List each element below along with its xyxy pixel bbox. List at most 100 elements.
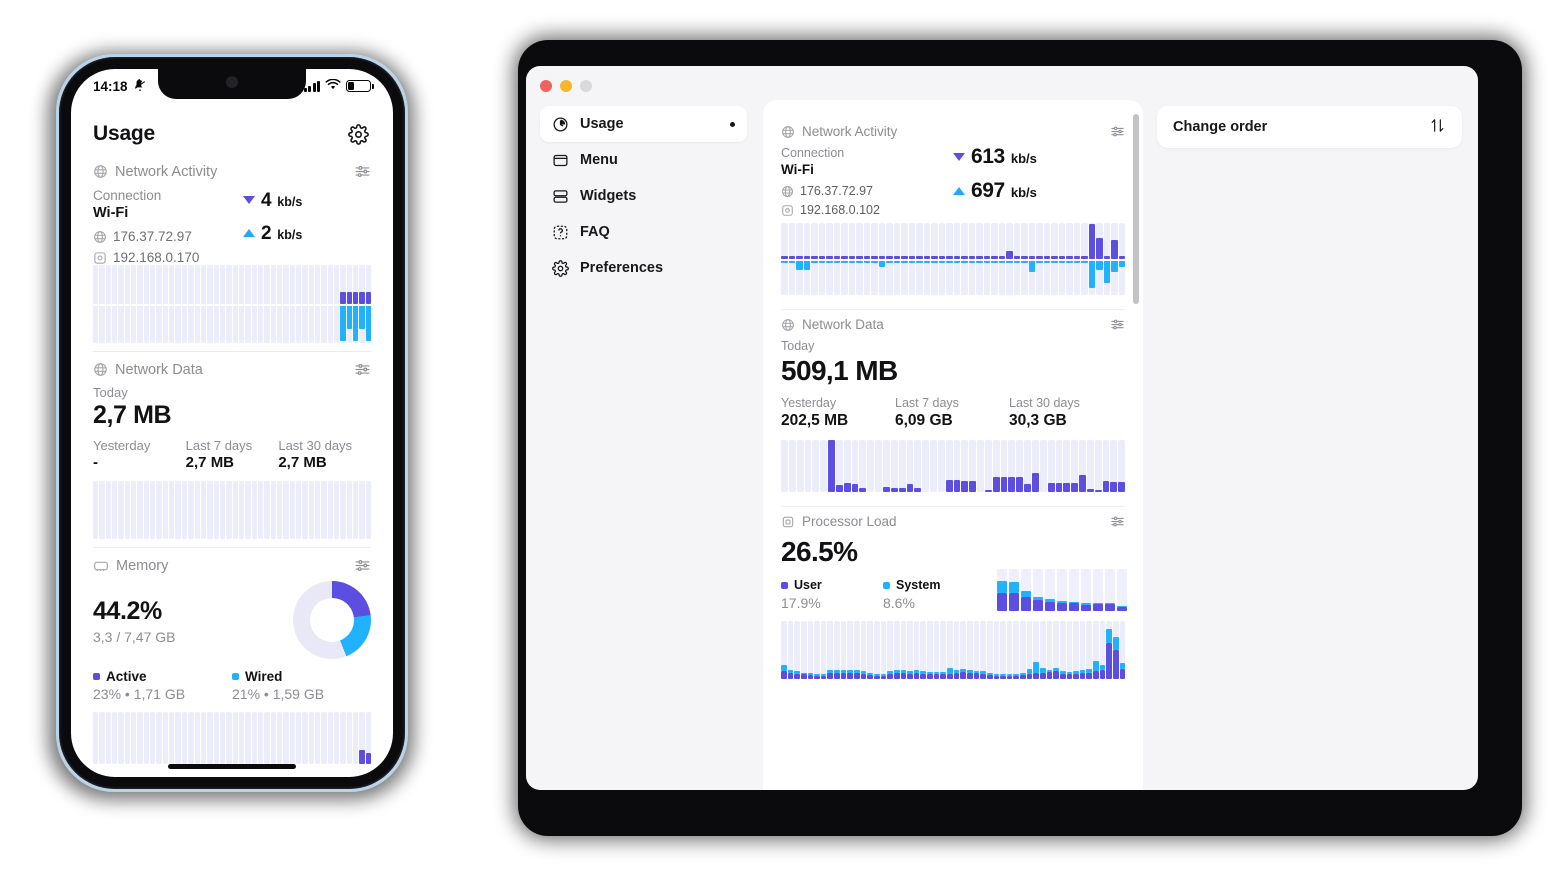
chart-bar-system: [1079, 670, 1086, 674]
chart-bar-system: [1059, 671, 1066, 674]
public-ip-value: 176.37.72.97: [113, 229, 192, 244]
chart-bar: [1071, 440, 1079, 492]
legend-swatch: [93, 673, 100, 680]
chart-bar-system: [1093, 661, 1099, 672]
legend-label: System: [896, 578, 941, 592]
sliders-icon[interactable]: [1110, 317, 1125, 332]
chart-bar-fill: [365, 752, 371, 764]
chart-bar: [105, 481, 112, 539]
wifi-icon: [325, 78, 341, 94]
chart-bar-user: [960, 672, 966, 679]
chart-bar: [1110, 440, 1118, 492]
chart-bar: [251, 481, 257, 539]
chart-bar: [213, 712, 219, 764]
chart-bar: [334, 481, 340, 539]
chart-bar-down: [1111, 259, 1118, 273]
globe-icon: [781, 185, 794, 198]
chart-bar: [781, 440, 788, 492]
chart-bar-user: [1008, 593, 1020, 611]
chart-bar-user: [867, 674, 873, 679]
chart-bar: [296, 481, 302, 539]
chart-bar: [327, 481, 334, 539]
chart-bar-user: [907, 673, 913, 679]
chart-bar: [131, 481, 137, 539]
cellular-bars-icon: [303, 80, 320, 92]
connection-label: Connection: [93, 188, 162, 203]
chart-bar: [169, 712, 175, 764]
zoom-button[interactable]: [580, 80, 592, 92]
chart-bar: [308, 481, 315, 539]
question-icon: [552, 224, 569, 241]
card-header-left: Network Activity: [781, 124, 897, 139]
minimize-button[interactable]: [560, 80, 572, 92]
chart-bar-down: [346, 304, 353, 329]
chart-bar: [969, 440, 977, 492]
sidebar-item-usage[interactable]: Usage: [540, 106, 747, 142]
memory-summary: 44.2% 3,3 / 7,47 GB: [93, 581, 371, 659]
chart-bar: [851, 440, 859, 492]
chart-bar-system: [867, 673, 873, 675]
chart-bar: [1079, 440, 1086, 492]
chart-bar-system: [1032, 597, 1044, 601]
today-value: 2,7 MB: [93, 401, 172, 429]
download-speed: 613 kb/s: [953, 145, 1037, 169]
phone-header: Usage: [71, 103, 393, 153]
chart-bar: [1113, 621, 1119, 679]
globe-icon: [93, 362, 108, 377]
page-title: Usage: [93, 122, 156, 145]
chart-bar: [835, 440, 843, 492]
chart-bar: [973, 621, 980, 679]
sidebar-item-menu[interactable]: Menu: [540, 142, 747, 178]
chart-bar: [118, 481, 124, 539]
chart-bar-user: [1020, 674, 1026, 679]
chart-bar: [365, 481, 371, 539]
chart-bar: [1093, 621, 1099, 679]
chart-bar-system: [973, 670, 980, 674]
memory-text: 44.2% 3,3 / 7,47 GB: [93, 596, 176, 645]
connection-value: Wi-Fi: [781, 162, 814, 177]
public-ip-row: 176.37.72.97: [93, 229, 243, 244]
chart-bar-fill: [961, 480, 969, 492]
chart-bar: [131, 712, 137, 764]
chart-bar-user: [980, 673, 986, 679]
chart-bar: [270, 481, 276, 539]
sidebar-item-preferences[interactable]: Preferences: [540, 250, 747, 286]
change-order-button[interactable]: Change order: [1157, 106, 1462, 148]
chart-bar: [99, 712, 105, 764]
chart-bar: [1032, 440, 1039, 492]
main-panel: Network Activity Connection Wi-Fi 176.37…: [763, 100, 1143, 790]
legend-title: Active: [93, 669, 232, 684]
chart-bar: [99, 481, 105, 539]
chart-bar: [207, 712, 213, 764]
memory-used-total: 3,3 / 7,47 GB: [93, 628, 176, 645]
chart-bar-user: [854, 673, 860, 679]
scrollbar[interactable]: [1131, 100, 1141, 790]
connection-value: Wi-Fi: [93, 205, 129, 221]
chart-bar-user: [966, 672, 973, 679]
sliders-icon[interactable]: [354, 163, 371, 180]
sliders-icon[interactable]: [1110, 514, 1125, 529]
chart-bar: [1000, 440, 1008, 492]
close-button[interactable]: [540, 80, 552, 92]
sidebar-item-widgets[interactable]: Widgets: [540, 178, 747, 214]
public-ip-value: 176.37.72.97: [800, 184, 873, 198]
chart-bar: [840, 621, 847, 679]
scrollbar-thumb[interactable]: [1133, 114, 1139, 304]
chart-bar-system: [834, 669, 840, 673]
sidebar-item-faq[interactable]: FAQ: [540, 214, 747, 250]
chart-bar: [200, 712, 207, 764]
chart-bar: [787, 621, 794, 679]
sliders-icon[interactable]: [354, 361, 371, 378]
chart-bar-user: [953, 673, 960, 679]
settings-button[interactable]: [345, 121, 371, 147]
chart-bar-system: [1080, 603, 1092, 605]
chart-bar: [807, 621, 814, 679]
today-label: Today: [781, 339, 815, 353]
legend-user: User 17.9%: [781, 578, 883, 611]
sliders-icon[interactable]: [354, 557, 371, 574]
chart-bar: [961, 440, 969, 492]
chart-bar-user: [1053, 670, 1059, 679]
sliders-icon[interactable]: [1110, 124, 1125, 139]
chart-bar-user: [893, 673, 900, 679]
chart-bar: [150, 481, 156, 539]
